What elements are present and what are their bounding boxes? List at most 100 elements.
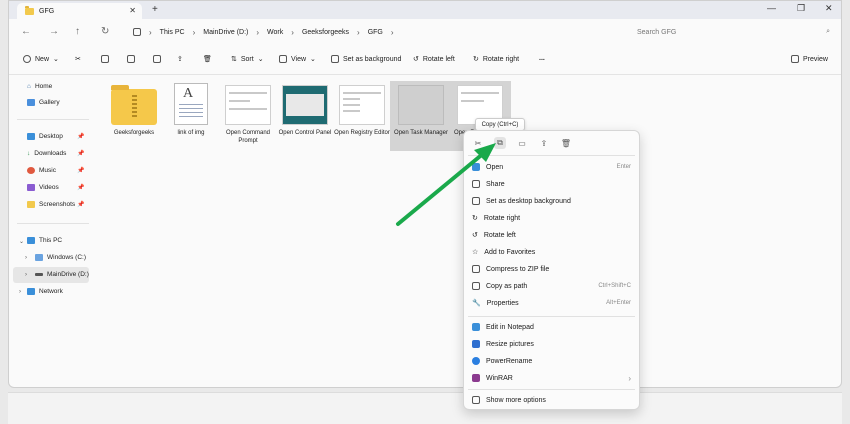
new-button[interactable]: New ⌄ bbox=[23, 55, 59, 63]
chevron-right-icon[interactable]: › bbox=[19, 289, 21, 295]
menu-item-winrar[interactable]: WinRAR › bbox=[464, 370, 639, 386]
breadcrumb-separator: › bbox=[149, 27, 152, 37]
menu-item-label: Edit in Notepad bbox=[486, 323, 534, 331]
sidebar-item-screenshots[interactable]: Screenshots bbox=[27, 201, 75, 208]
share-icon[interactable]: ⇪ bbox=[538, 137, 550, 149]
sidebar-item-gallery[interactable]: Gallery bbox=[27, 99, 60, 106]
thumb-bar bbox=[229, 92, 267, 94]
tab-gfg[interactable]: GFG ✕ bbox=[17, 3, 142, 19]
new-tab-button[interactable]: + bbox=[152, 4, 158, 15]
file-item-link-of-img[interactable]: A link of img bbox=[160, 81, 222, 151]
tab-title: GFG bbox=[39, 7, 55, 15]
sidebar-item-maindrive-d[interactable]: MainDrive (D:) bbox=[35, 271, 89, 278]
refresh-icon[interactable]: ↻ bbox=[101, 26, 109, 37]
menu-item-power-rename[interactable]: PowerRename bbox=[464, 353, 639, 369]
menu-item-compress-zip[interactable]: Compress to ZIP file bbox=[464, 261, 639, 277]
menu-item-set-desktop-background[interactable]: Set as desktop background bbox=[464, 193, 639, 209]
breadcrumb[interactable]: › This PC › MainDrive (D:) › Work › Geek… bbox=[127, 23, 627, 41]
image-thumbnail bbox=[398, 85, 444, 125]
pin-icon[interactable]: 📌 bbox=[77, 201, 84, 208]
chevron-right-icon[interactable]: › bbox=[25, 255, 27, 261]
copy-icon[interactable]: ⧉ bbox=[494, 137, 506, 149]
network-icon bbox=[27, 288, 35, 295]
forward-arrow-icon[interactable]: → bbox=[49, 26, 59, 37]
cut-icon[interactable]: ✂ bbox=[472, 137, 484, 149]
menu-item-share[interactable]: Share bbox=[464, 176, 639, 192]
sort-button[interactable]: ⇅ Sort ⌄ bbox=[231, 55, 264, 64]
cut-icon[interactable]: ✂ bbox=[75, 55, 81, 63]
menu-item-show-more-options[interactable]: Show more options bbox=[464, 392, 639, 408]
menu-item-rotate-left[interactable]: ↺ Rotate left bbox=[464, 227, 639, 243]
folder-icon bbox=[25, 5, 34, 15]
pin-icon[interactable]: 📌 bbox=[77, 167, 84, 174]
rotate-left-icon: ↺ bbox=[472, 232, 478, 239]
copy-icon[interactable] bbox=[101, 55, 109, 63]
rotate-left-button[interactable]: ↺ Rotate left bbox=[413, 55, 455, 64]
file-item-open-registry-editor[interactable]: Open Registry Editor bbox=[331, 81, 393, 151]
search-input[interactable]: Search GFG ⌕ bbox=[631, 23, 836, 41]
chevron-down-icon[interactable]: ⌄ bbox=[19, 238, 24, 245]
breadcrumb-separator: › bbox=[291, 27, 294, 37]
more-options-button[interactable]: ... bbox=[539, 55, 545, 62]
menu-divider bbox=[468, 316, 635, 317]
pin-icon[interactable]: 📌 bbox=[77, 150, 84, 157]
back-arrow-icon[interactable]: ← bbox=[21, 26, 31, 37]
text-line bbox=[179, 108, 203, 109]
menu-item-open[interactable]: Open Enter bbox=[464, 159, 639, 175]
background-icon bbox=[472, 197, 480, 205]
drive-icon bbox=[35, 254, 43, 261]
menu-item-shortcut: Alt+Enter bbox=[606, 300, 631, 306]
set-background-button[interactable]: Set as background bbox=[331, 55, 401, 63]
winrar-icon bbox=[472, 374, 480, 382]
pin-icon[interactable]: 📌 bbox=[77, 133, 84, 140]
delete-icon[interactable]: 🗑 bbox=[560, 137, 572, 149]
sidebar-item-desktop[interactable]: Desktop bbox=[27, 133, 63, 140]
sidebar-item-label: Downloads bbox=[34, 150, 67, 157]
breadcrumb-geeksforgeeks[interactable]: Geeksforgeeks bbox=[302, 29, 349, 36]
breadcrumb-gfg[interactable]: GFG bbox=[368, 29, 383, 36]
rename-icon[interactable] bbox=[153, 55, 161, 63]
menu-item-rotate-right[interactable]: ↻ Rotate right bbox=[464, 210, 639, 226]
sidebar-item-music[interactable]: Music bbox=[27, 167, 56, 174]
maximize-button[interactable]: ❐ bbox=[797, 3, 805, 14]
rotate-right-label: Rotate right bbox=[482, 55, 520, 63]
rename-icon[interactable]: ▭ bbox=[516, 137, 528, 149]
pc-icon bbox=[27, 237, 35, 244]
paste-icon[interactable] bbox=[127, 55, 135, 63]
sidebar-item-downloads[interactable]: ↓ Downloads bbox=[27, 150, 66, 157]
window-close-button[interactable]: ✕ bbox=[825, 3, 833, 14]
menu-item-edit-in-notepad[interactable]: Edit in Notepad bbox=[464, 319, 639, 335]
up-arrow-icon[interactable]: ↑ bbox=[75, 26, 80, 37]
sidebar-item-this-pc[interactable]: This PC bbox=[27, 237, 62, 244]
thumb-bar bbox=[343, 92, 381, 94]
file-item-geeksforgeeks[interactable]: Geeksforgeeks bbox=[103, 81, 165, 151]
text-line bbox=[179, 112, 203, 113]
tab-close-icon[interactable]: ✕ bbox=[129, 6, 136, 15]
file-item-open-control-panel[interactable]: Open Control Panel bbox=[274, 81, 336, 151]
sidebar-item-network[interactable]: Network bbox=[27, 288, 63, 295]
share-icon[interactable]: ⇪ bbox=[177, 55, 183, 63]
background-window bbox=[8, 392, 842, 424]
menu-item-resize-pictures[interactable]: Resize pictures bbox=[464, 336, 639, 352]
view-button[interactable]: View ⌄ bbox=[279, 55, 316, 63]
breadcrumb-maindrive[interactable]: MainDrive (D:) bbox=[203, 29, 248, 36]
breadcrumb-this-pc[interactable]: This PC bbox=[160, 29, 185, 36]
preview-button[interactable]: Preview bbox=[791, 55, 828, 63]
sidebar-item-windows-c[interactable]: Windows (C:) bbox=[35, 254, 86, 261]
pin-icon[interactable]: 📌 bbox=[77, 184, 84, 191]
file-item-open-task-manager[interactable]: Open Task Manager bbox=[390, 81, 452, 151]
rotate-right-button[interactable]: ↻ Rotate right bbox=[473, 55, 520, 64]
menu-item-properties[interactable]: 🔧 Properties Alt+Enter bbox=[464, 295, 639, 311]
file-label: Open Command Prompt bbox=[225, 130, 271, 144]
sidebar-item-videos[interactable]: Videos bbox=[27, 184, 59, 191]
notepad-icon bbox=[472, 323, 480, 331]
sidebar-item-home[interactable]: ⌂ Home bbox=[27, 83, 52, 90]
letter-a-glyph: A bbox=[183, 86, 194, 101]
menu-item-add-to-favorites[interactable]: ☆ Add to Favorites bbox=[464, 244, 639, 260]
chevron-right-icon[interactable]: › bbox=[25, 272, 27, 278]
file-item-open-command-prompt[interactable]: Open Command Prompt bbox=[217, 81, 279, 151]
minimize-button[interactable]: — bbox=[767, 3, 776, 13]
breadcrumb-work[interactable]: Work bbox=[267, 29, 283, 36]
menu-item-copy-as-path[interactable]: Copy as path Ctrl+Shift+C bbox=[464, 278, 639, 294]
delete-icon[interactable]: 🗑 bbox=[203, 55, 212, 63]
